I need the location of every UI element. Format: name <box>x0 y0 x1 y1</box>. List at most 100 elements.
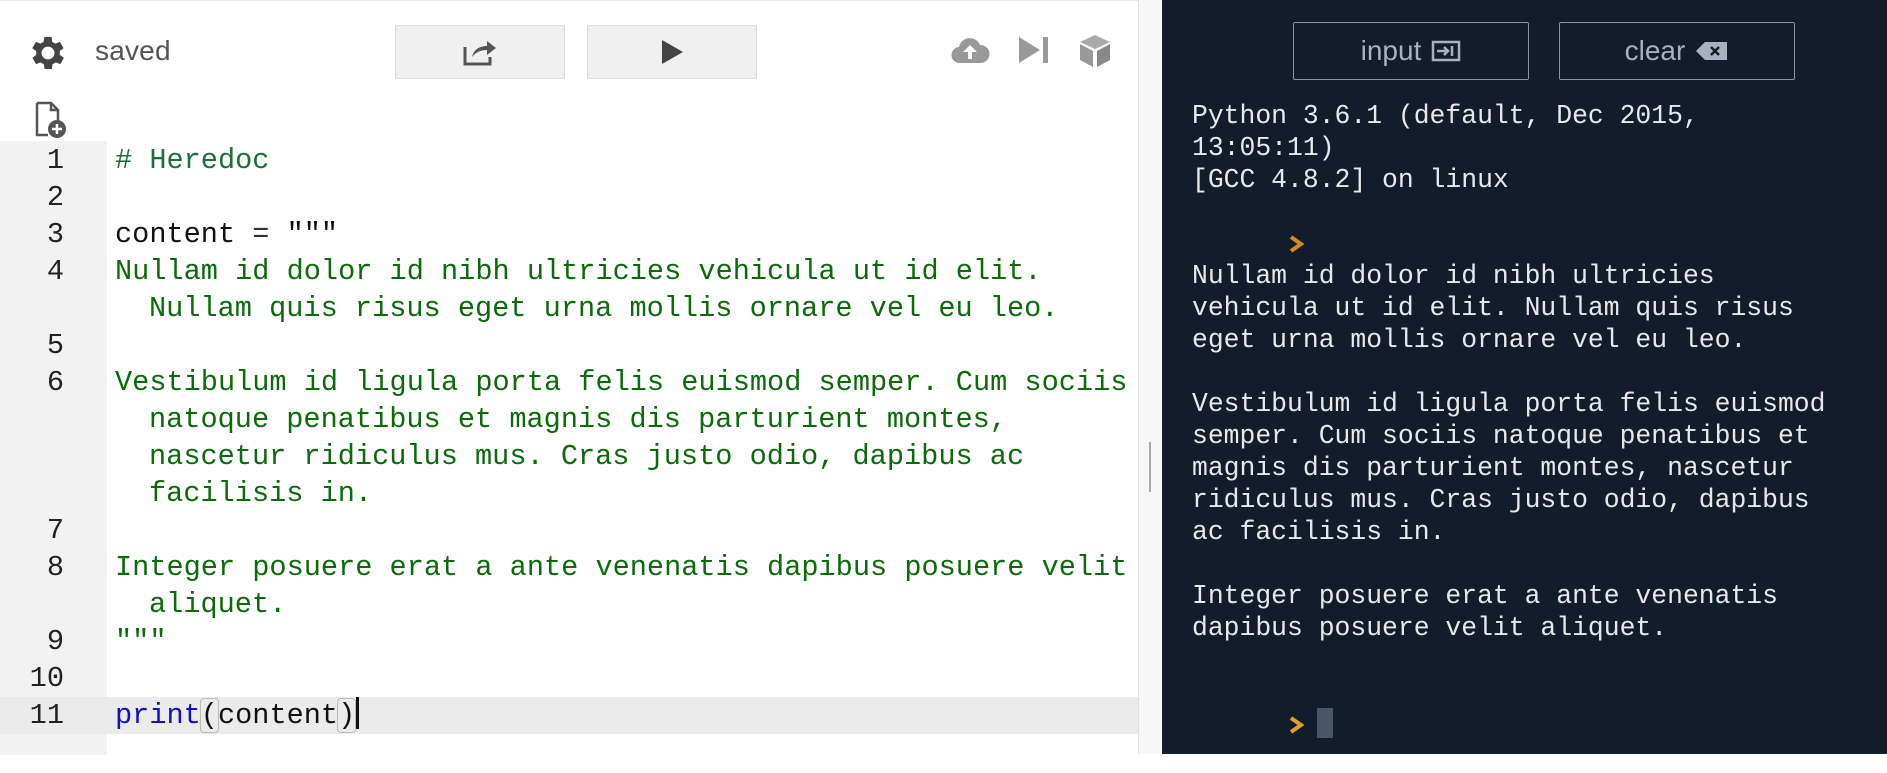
code-text: Vestibulum id ligula porta felis euismod… <box>115 364 1127 401</box>
code-line-continuation[interactable]: natoque penatibus et magnis dis parturie… <box>0 401 1138 438</box>
line-number: 7 <box>46 514 64 547</box>
cloud-upload-icon[interactable] <box>950 33 990 69</box>
code-line[interactable]: 8 Integer posuere erat a ante venenatis d… <box>0 549 1138 586</box>
code-token: """ <box>286 218 339 251</box>
code-token: print <box>115 699 201 732</box>
step-forward-icon[interactable] <box>1016 33 1052 67</box>
console-line: Nullam id dolor id nibh ultricies <box>1192 261 1715 291</box>
code-token: Integer posuere erat a ante venenatis da… <box>115 551 1128 584</box>
line-number: 1 <box>46 144 64 177</box>
input-icon <box>1432 40 1461 62</box>
code-token: natoque penatibus et magnis dis parturie… <box>149 403 1007 436</box>
resize-handle[interactable] <box>1149 442 1151 492</box>
play-icon <box>662 40 683 64</box>
console-line: semper. Cum sociis natoque penatibus et <box>1192 421 1810 451</box>
code-token: # Heredoc <box>115 144 270 177</box>
gear-icon[interactable] <box>26 31 70 75</box>
input-button-label: input <box>1360 35 1422 66</box>
code-line-continuation[interactable]: aliquet. <box>0 586 1138 623</box>
backspace-icon <box>1696 42 1728 60</box>
code-line[interactable]: 6 Vestibulum id ligula porta felis euismo… <box>0 364 1138 401</box>
console-line: [GCC 4.8.2] on linux <box>1192 165 1509 195</box>
input-button[interactable]: input <box>1293 22 1529 80</box>
line-number: 10 <box>29 662 64 695</box>
code-text: aliquet. <box>149 586 286 623</box>
prompt-chevron-icon <box>1289 235 1305 253</box>
code-text: facilisis in. <box>149 475 372 512</box>
console-output[interactable]: Python 3.6.1 (default, Dec 2015, 13:05:11… <box>1192 100 1882 738</box>
code-line[interactable]: 11 print(content) <box>0 697 1138 734</box>
console-pane: input clear Python 3.6.1 (default, Dec 2… <box>1162 0 1887 754</box>
code-text: Integer posuere erat a ante venenatis da… <box>115 549 1127 586</box>
text-cursor <box>356 697 360 729</box>
code-token: = <box>235 218 287 251</box>
save-status: saved <box>95 35 171 66</box>
new-file-icon[interactable] <box>34 101 68 139</box>
code-text: content = """ <box>115 216 338 253</box>
console-line: Python 3.6.1 (default, Dec 2015, <box>1192 101 1699 131</box>
clear-button[interactable]: clear <box>1559 22 1795 80</box>
console-prompt-row <box>1192 196 1882 253</box>
console-header: Python 3.6.1 (default, Dec 2015, 13:05:11… <box>1192 100 1882 196</box>
run-button[interactable] <box>587 25 757 79</box>
code-text: Nullam id dolor id nibh ultricies vehicu… <box>115 253 1042 290</box>
line-number: 4 <box>46 255 64 288</box>
code-text: print(content) <box>115 697 360 734</box>
console-line: dapibus posuere velit aliquet. <box>1192 613 1668 643</box>
share-button[interactable] <box>395 25 565 79</box>
code-line-continuation[interactable]: nascetur ridiculus mus. Cras justo odio,… <box>0 438 1138 475</box>
console-cursor <box>1317 708 1334 738</box>
code-line[interactable]: 10 <box>0 660 1138 697</box>
pane-divider[interactable] <box>1138 0 1162 754</box>
line-number: 5 <box>46 329 64 362</box>
code-text: Nullam quis risus eget urna mollis ornar… <box>149 290 1058 327</box>
code-token: nascetur ridiculus mus. Cras justo odio,… <box>149 440 1025 473</box>
code-text: # Heredoc <box>115 142 269 179</box>
line-number: 11 <box>29 699 64 732</box>
prompt-chevron-icon <box>1289 716 1305 734</box>
console-line: vehicula ut id elit. Nullam quis risus <box>1192 293 1794 323</box>
code-text: """ <box>115 623 166 660</box>
code-token: content <box>217 699 339 732</box>
clear-button-label: clear <box>1624 35 1686 66</box>
code-line[interactable]: 4 Nullam id dolor id nibh ultricies vehic… <box>0 253 1138 290</box>
line-number: 6 <box>46 366 64 399</box>
line-number: 8 <box>46 551 64 584</box>
code-line-continuation[interactable]: Nullam quis risus eget urna mollis ornar… <box>0 290 1138 327</box>
code-text: nascetur ridiculus mus. Cras justo odio,… <box>149 438 1024 475</box>
console-input-row[interactable] <box>1192 676 1882 738</box>
code-line[interactable]: 9 """ <box>0 623 1138 660</box>
code-line[interactable]: 5 <box>0 327 1138 364</box>
line-number: 9 <box>46 625 64 658</box>
line-number: 3 <box>46 218 64 251</box>
code-token: Nullam quis risus eget urna mollis ornar… <box>149 292 1059 325</box>
code-line[interactable]: 1 # Heredoc <box>0 142 1138 179</box>
code-line-continuation[interactable]: facilisis in. <box>0 475 1138 512</box>
code-token: """ <box>115 625 167 658</box>
code-editor[interactable]: 1 # Heredoc 2 3 content = """ 4 Nullam id dolo… <box>0 141 1138 755</box>
console-body: Nullam id dolor id nibh ultricies vehicul… <box>1192 260 1882 676</box>
console-line: 13:05:11) <box>1192 133 1335 163</box>
code-token: Vestibulum id ligula porta felis euismod… <box>115 366 1128 399</box>
code-text: natoque penatibus et magnis dis parturie… <box>149 401 1007 438</box>
code-token: aliquet. <box>149 588 287 621</box>
console-line: Vestibulum id ligula porta felis euismod <box>1192 389 1826 419</box>
code-token: ) <box>337 698 357 733</box>
code-token: ( <box>199 698 219 733</box>
code-token: Nullam id dolor id nibh ultricies vehicu… <box>115 255 1042 288</box>
editor-pane: saved 1 # Heredoc 2 3 content = """ 4 Nullam i… <box>0 0 1138 755</box>
code-line[interactable]: 7 <box>0 512 1138 549</box>
console-line: Integer posuere erat a ante venenatis <box>1192 581 1778 611</box>
code-token: facilisis in. <box>149 477 373 510</box>
console-line: eget urna mollis ornare vel eu leo. <box>1192 325 1747 355</box>
line-number: 2 <box>46 181 64 214</box>
code-line[interactable]: 2 <box>0 179 1138 216</box>
package-icon[interactable] <box>1078 33 1112 69</box>
console-line: magnis dis parturient montes, nascetur <box>1192 453 1794 483</box>
console-line: ac facilisis in. <box>1192 517 1446 547</box>
code-token: content <box>115 218 236 251</box>
code-line[interactable]: 3 content = """ <box>0 216 1138 253</box>
